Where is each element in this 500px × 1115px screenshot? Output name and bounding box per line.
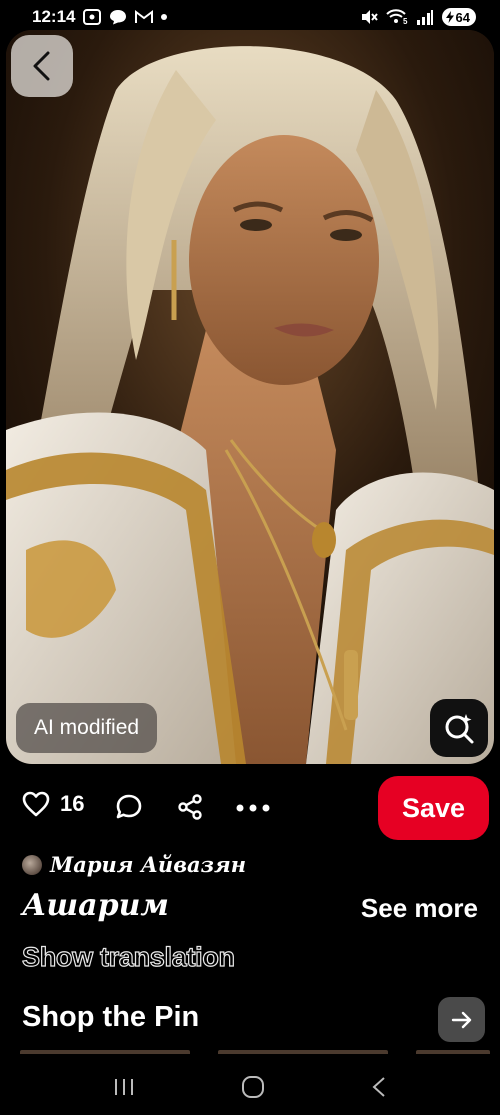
author-row[interactable]: Мария Айвазян [22, 852, 246, 877]
comment-icon[interactable] [115, 793, 143, 821]
action-row: 16 Save [0, 776, 500, 840]
back-nav-icon[interactable] [371, 1076, 387, 1098]
wifi-icon: 5 [385, 9, 408, 25]
dot-icon [161, 14, 168, 20]
shop-products-strip[interactable] [20, 1050, 490, 1056]
ai-badge-label: AI modified [34, 716, 140, 739]
chevron-left-icon [33, 51, 50, 81]
shop-product-card[interactable] [416, 1050, 490, 1054]
shop-product-card[interactable] [20, 1050, 190, 1054]
shop-product-card[interactable] [218, 1050, 388, 1054]
status-bar: 12:14 5 64 [0, 0, 500, 34]
screenshot-icon [83, 9, 102, 25]
signal-icon [416, 10, 433, 25]
pin-image[interactable]: AI modified [6, 30, 494, 764]
see-more-link[interactable]: See more [361, 893, 478, 924]
mute-icon [361, 10, 378, 24]
shop-the-pin-arrow-button[interactable] [438, 997, 485, 1042]
share-icon[interactable] [176, 793, 204, 821]
battery-level: 64 [455, 9, 470, 25]
visual-search-button[interactable] [430, 699, 488, 757]
save-button[interactable]: Save [378, 776, 489, 840]
like-count: 16 [60, 791, 85, 816]
portrait-image [6, 30, 494, 764]
heart-icon [22, 791, 50, 817]
svg-text:5: 5 [403, 17, 408, 25]
status-left: 12:14 [32, 7, 168, 27]
battery-indicator: 64 [441, 8, 476, 26]
visual-search-icon [445, 714, 474, 744]
show-translation-link[interactable]: Show translation [21, 941, 235, 973]
like-button[interactable]: 16 [22, 791, 84, 817]
author-name[interactable]: Мария Айвазян [50, 852, 246, 877]
ai-modified-badge[interactable]: AI modified [16, 703, 158, 753]
pin-title: Ашарим [22, 888, 169, 923]
recent-apps-icon[interactable] [113, 1077, 135, 1097]
status-time: 12:14 [32, 7, 76, 26]
chat-icon [110, 10, 127, 25]
battery-charging-icon [445, 11, 454, 23]
arrow-right-icon [451, 1011, 471, 1028]
system-navigation-bar [0, 1059, 500, 1115]
back-button[interactable] [11, 35, 73, 97]
status-right: 5 64 [360, 8, 476, 26]
more-options-icon[interactable] [236, 804, 270, 812]
gmail-icon [135, 10, 154, 23]
shop-the-pin-heading: Shop the Pin [22, 1001, 200, 1033]
home-icon[interactable] [241, 1075, 265, 1099]
avatar[interactable] [22, 854, 42, 875]
pin-detail-screen: 12:14 5 64 AI modified 16 Save Мария Айв… [0, 0, 500, 1115]
